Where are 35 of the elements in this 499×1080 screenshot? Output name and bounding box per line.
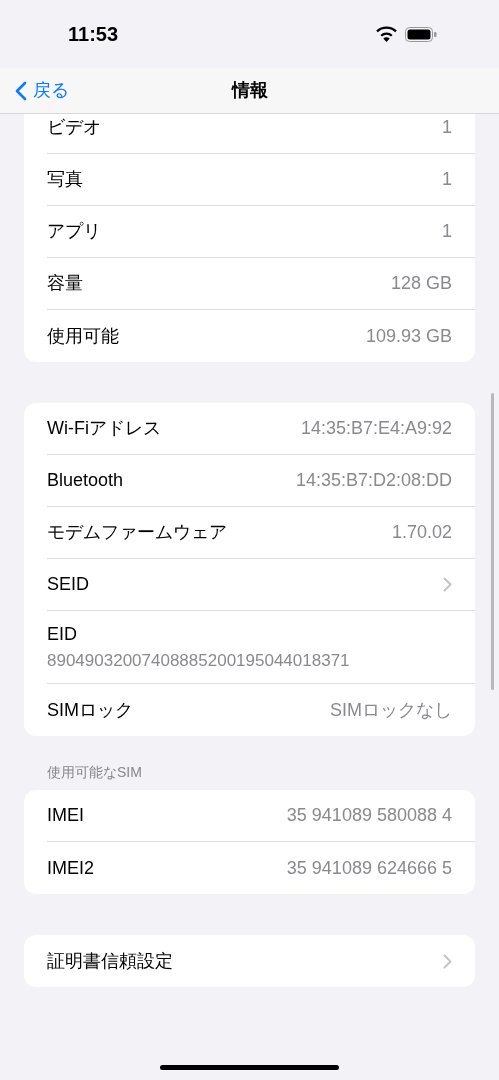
chevron-right-icon <box>443 577 452 592</box>
row-label: ビデオ <box>47 116 101 139</box>
back-button[interactable]: 戻る <box>0 77 69 104</box>
row-value: 35 941089 624666 5 <box>286 856 452 880</box>
row-label: Bluetooth <box>47 469 124 492</box>
chevron-left-icon <box>15 80 27 101</box>
row-value: 109.93 GB <box>365 324 452 348</box>
status-time: 11:53 <box>68 22 119 47</box>
row-label: Wi-Fiアドレス <box>47 417 161 440</box>
battery-icon <box>405 26 437 42</box>
row-value: 35 941089 580088 4 <box>286 804 452 827</box>
row-label: SIMロック <box>47 698 133 722</box>
row-value: SIMロックなし <box>330 698 452 722</box>
wifi-icon <box>376 26 397 42</box>
list-row[interactable]: 証明書信頼設定 <box>47 935 475 987</box>
row-label: EID <box>47 623 78 646</box>
row-label: 写真 <box>47 168 83 191</box>
list-row[interactable]: SEID <box>47 559 475 611</box>
section-header: 使用可能なSIM <box>46 763 143 782</box>
navigation-title: 情報 <box>231 79 268 102</box>
row-value: 14:35:B7:D2:08:DD <box>295 469 452 492</box>
row-value: 1 <box>442 168 452 191</box>
row-label: 容量 <box>47 272 83 295</box>
row-value: 89049032007408885200195044018371 <box>47 650 351 672</box>
row-value: 128 GB <box>390 272 452 295</box>
row-value: 1 <box>442 220 452 243</box>
row-label: IMEI <box>47 804 84 827</box>
chevron-right-icon <box>443 953 452 969</box>
row-value: 1.70.02 <box>391 521 452 544</box>
row-label: IMEI2 <box>47 856 94 880</box>
row-label: アプリ <box>47 220 101 243</box>
row-value: 14:35:B7:E4:A9:92 <box>300 417 452 440</box>
row-label: モデムファームウェア <box>47 521 227 544</box>
row-label: 使用可能 <box>47 324 119 348</box>
row-value: 1 <box>442 116 452 139</box>
